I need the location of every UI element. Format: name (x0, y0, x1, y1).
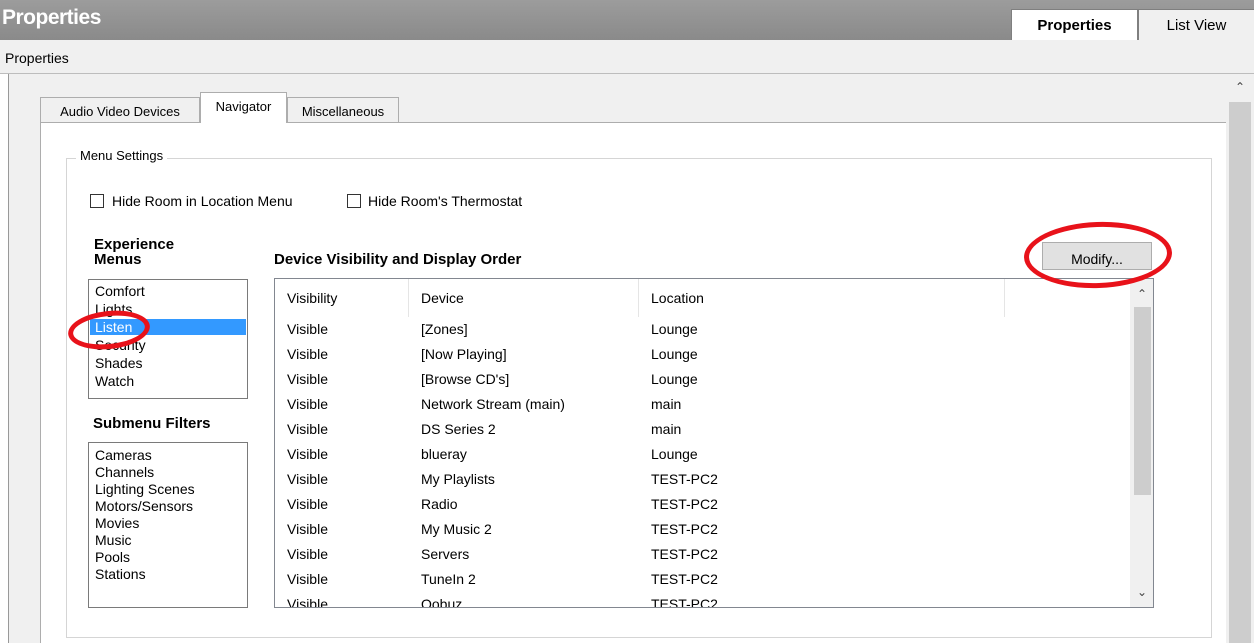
cell-visibility: Visible (287, 471, 328, 487)
cell-visibility: Visible (287, 521, 328, 537)
table-row[interactable]: Visible Servers TEST-PC2 (275, 544, 1130, 569)
cell-device: My Music 2 (421, 521, 492, 537)
cell-location: TEST-PC2 (651, 596, 718, 608)
column-header-device[interactable]: Device (409, 279, 639, 317)
grid-scrollbar-thumb[interactable] (1134, 307, 1151, 495)
cell-visibility: Visible (287, 446, 328, 462)
window-title: Properties (2, 6, 101, 29)
table-row[interactable]: Visible [Browse CD's] Lounge (275, 369, 1130, 394)
cell-device: Radio (421, 496, 458, 512)
list-item[interactable]: Motors/Sensors (95, 498, 245, 514)
cell-visibility: Visible (287, 371, 328, 387)
tab-properties[interactable]: Properties (1011, 9, 1138, 40)
cell-visibility: Visible (287, 346, 328, 362)
list-item[interactable]: Cameras (95, 447, 245, 463)
cell-location: TEST-PC2 (651, 571, 718, 587)
cell-location: TEST-PC2 (651, 471, 718, 487)
tab-navigator[interactable]: Navigator (200, 92, 287, 123)
cell-visibility: Visible (287, 396, 328, 412)
cell-device: My Playlists (421, 471, 495, 487)
cell-device: [Zones] (421, 321, 468, 337)
list-item[interactable]: Watch (95, 373, 245, 389)
cell-device: blueray (421, 446, 467, 462)
hide-thermostat-checkbox[interactable] (347, 194, 361, 208)
scroll-down-icon[interactable]: ⌄ (1130, 585, 1153, 599)
subheader-label: Properties (5, 50, 69, 66)
device-visibility-title: Device Visibility and Display Order (274, 251, 522, 268)
cell-device: DS Series 2 (421, 421, 496, 437)
table-row[interactable]: Visible My Music 2 TEST-PC2 (275, 519, 1130, 544)
subheader: Properties (0, 40, 1254, 74)
cell-visibility: Visible (287, 596, 328, 608)
menu-settings-legend: Menu Settings (76, 148, 168, 163)
hide-thermostat-label[interactable]: Hide Room's Thermostat (368, 193, 522, 209)
tab-miscellaneous[interactable]: Miscellaneous (287, 97, 399, 122)
cell-location: TEST-PC2 (651, 521, 718, 537)
list-item[interactable]: Pools (95, 549, 245, 565)
list-item[interactable]: Channels (95, 464, 245, 480)
cell-device: [Browse CD's] (421, 371, 510, 387)
cell-location: main (651, 421, 682, 437)
hide-room-location-label[interactable]: Hide Room in Location Menu (112, 193, 293, 209)
column-header-filler (1005, 279, 1131, 317)
cell-visibility: Visible (287, 571, 328, 587)
scroll-up-icon[interactable]: ⌃ (1226, 80, 1254, 98)
cell-device: TuneIn 2 (421, 571, 476, 587)
cell-location: Lounge (651, 321, 698, 337)
cell-visibility: Visible (287, 421, 328, 437)
list-item[interactable]: Movies (95, 515, 245, 531)
cell-device: Qobuz (421, 596, 463, 608)
tab-audio-video-devices[interactable]: Audio Video Devices (40, 97, 200, 122)
table-row[interactable]: Visible DS Series 2 main (275, 419, 1130, 444)
scrollbar-thumb[interactable] (1229, 102, 1251, 643)
experience-menus-list[interactable]: Comfort Lights Listen Security Shades Wa… (88, 279, 248, 399)
column-header-visibility[interactable]: Visibility (275, 279, 409, 317)
cell-device: Servers (421, 546, 470, 562)
cell-device: Network Stream (main) (421, 396, 565, 412)
table-row[interactable]: Visible TuneIn 2 TEST-PC2 (275, 569, 1130, 594)
cell-location: TEST-PC2 (651, 546, 718, 562)
list-item[interactable]: Music (95, 532, 245, 548)
table-row[interactable]: Visible Qobuz TEST-PC2 (275, 594, 1130, 608)
table-row[interactable]: Visible My Playlists TEST-PC2 (275, 469, 1130, 494)
list-item[interactable]: Stations (95, 566, 245, 582)
hide-room-location-checkbox[interactable] (90, 194, 104, 208)
list-item[interactable]: Comfort (95, 283, 245, 299)
cell-visibility: Visible (287, 546, 328, 562)
table-row[interactable]: Visible Network Stream (main) main (275, 394, 1130, 419)
cell-device: [Now Playing] (421, 346, 507, 362)
list-item[interactable]: Shades (95, 355, 245, 371)
cell-location: Lounge (651, 371, 698, 387)
modify-button[interactable]: Modify... (1042, 242, 1152, 270)
cell-visibility: Visible (287, 496, 328, 512)
experience-menus-title: Experience Menus (94, 236, 175, 268)
cell-location: main (651, 396, 682, 412)
list-item[interactable]: Security (95, 337, 245, 353)
table-row[interactable]: Visible [Now Playing] Lounge (275, 344, 1130, 369)
cell-visibility: Visible (287, 321, 328, 337)
cell-location: Lounge (651, 346, 698, 362)
cell-location: TEST-PC2 (651, 496, 718, 512)
tab-list-view[interactable]: List View (1138, 9, 1254, 40)
column-header-location[interactable]: Location (639, 279, 1005, 317)
device-grid[interactable]: Visibility Device Location Visible [Zones… (274, 278, 1154, 608)
table-row[interactable]: Visible [Zones] Lounge (275, 319, 1130, 344)
submenu-filters-title: Submenu Filters (93, 415, 211, 432)
cell-location: Lounge (651, 446, 698, 462)
table-row[interactable]: Visible blueray Lounge (275, 444, 1130, 469)
table-row[interactable]: Visible Radio TEST-PC2 (275, 494, 1130, 519)
vertical-scrollbar[interactable]: ⌃ (1226, 74, 1254, 643)
grid-scrollbar[interactable]: ⌃ ⌄ (1130, 279, 1153, 607)
list-item[interactable]: Lights (95, 301, 245, 317)
list-item-selected[interactable]: Listen (90, 319, 246, 335)
list-item[interactable]: Lighting Scenes (95, 481, 245, 497)
submenu-filters-list[interactable]: Cameras Channels Lighting Scenes Motors/… (88, 442, 248, 608)
scroll-up-icon[interactable]: ⌃ (1130, 287, 1153, 301)
